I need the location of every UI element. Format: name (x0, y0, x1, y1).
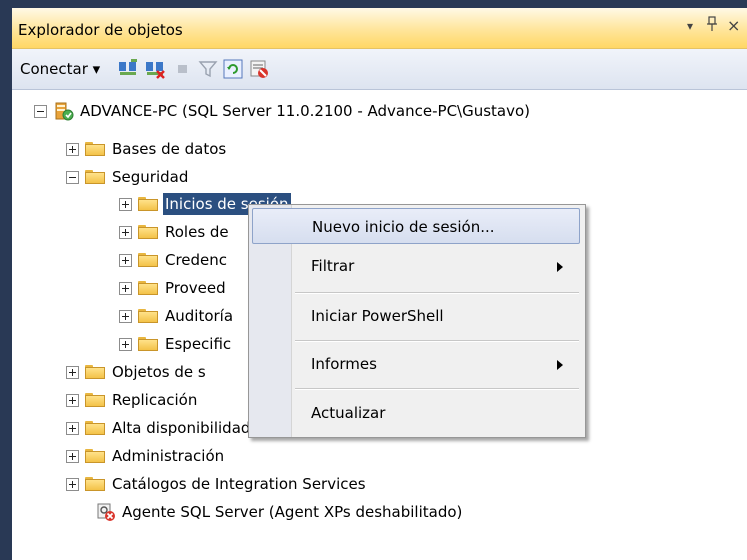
tree-node-label: Seguridad (112, 168, 189, 186)
submenu-arrow-icon (557, 360, 563, 370)
menu-item-label: Filtrar (311, 257, 355, 275)
tree-node-label: Bases de datos (112, 140, 227, 158)
auto-hide-pin-icon[interactable] (706, 16, 718, 36)
context-menu: Nuevo inicio de sesión... Filtrar Inicia… (248, 204, 586, 438)
menu-item-new-login[interactable]: Nuevo inicio de sesión... (252, 208, 580, 244)
tree-node-label: ADVANCE-PC (SQL Server 11.0.2100 - Advan… (80, 102, 531, 120)
folder-icon (138, 281, 158, 295)
folder-icon (138, 309, 158, 323)
collapse-icon[interactable] (66, 171, 79, 184)
tree-node-label: Credenc (165, 251, 228, 269)
folder-icon (138, 253, 158, 267)
collapse-icon[interactable] (34, 105, 47, 118)
activity-monitor-icon[interactable] (248, 58, 270, 80)
filter-icon[interactable] (197, 58, 219, 80)
expand-icon[interactable] (66, 422, 79, 435)
expand-icon[interactable] (66, 478, 79, 491)
folder-icon (85, 393, 105, 407)
window-position-dropdown-icon[interactable]: ▾ (687, 19, 693, 33)
expand-icon[interactable] (119, 198, 132, 211)
folder-icon (85, 477, 105, 491)
agent-disabled-icon (96, 502, 116, 528)
expand-icon[interactable] (119, 254, 132, 267)
refresh-icon[interactable] (222, 58, 244, 80)
tree-node-label: Replicación (112, 391, 198, 409)
expand-icon[interactable] (66, 394, 79, 407)
folder-icon (85, 365, 105, 379)
server-icon (54, 101, 74, 127)
folder-icon (138, 337, 158, 351)
tree-node-label: Proveed (165, 279, 226, 297)
expand-icon[interactable] (119, 310, 132, 323)
submenu-arrow-icon (557, 262, 563, 272)
object-explorer-toolbar: Conectar ▾ (12, 49, 747, 90)
disconnect-icon[interactable] (144, 58, 166, 80)
menu-item-refresh[interactable]: Actualizar (252, 395, 580, 431)
tree-node-label: Auditoría (165, 307, 234, 325)
tree-node-label: Administración (112, 447, 225, 465)
tree-node-security[interactable]: Seguridad (12, 166, 747, 188)
connect-dropdown-button[interactable]: Conectar ▾ (20, 60, 100, 78)
expand-icon[interactable] (119, 338, 132, 351)
menu-item-start-powershell[interactable]: Iniciar PowerShell (252, 298, 580, 334)
object-explorer-panel: Explorador de objetos ▾ × Conectar ▾ ADV… (12, 8, 747, 560)
folder-icon (138, 197, 158, 211)
menu-item-label: Actualizar (311, 404, 386, 422)
tree-node-label: Objetos de s (112, 363, 206, 381)
panel-title-bar: Explorador de objetos ▾ × (12, 8, 747, 49)
folder-icon (138, 225, 158, 239)
connect-object-explorer-icon[interactable] (117, 58, 139, 80)
expand-icon[interactable] (119, 282, 132, 295)
folder-icon (85, 421, 105, 435)
menu-item-label: Informes (311, 355, 377, 373)
menu-separator (295, 340, 579, 342)
menu-separator (295, 292, 579, 294)
folder-icon (85, 449, 105, 463)
menu-item-reports[interactable]: Informes (252, 346, 580, 382)
tree-node-databases[interactable]: Bases de datos (12, 138, 747, 160)
close-icon[interactable]: × (727, 16, 740, 35)
folder-icon (85, 170, 105, 184)
panel-title: Explorador de objetos (18, 21, 183, 39)
tree-node-label: Agente SQL Server (Agent XPs deshabilita… (122, 503, 463, 521)
tree-node-management[interactable]: Administración (12, 445, 747, 467)
folder-icon (85, 142, 105, 156)
expand-icon[interactable] (66, 143, 79, 156)
menu-item-filter[interactable]: Filtrar (252, 248, 580, 284)
menu-item-label: Iniciar PowerShell (311, 307, 444, 325)
tree-node-label: Catálogos de Integration Services (112, 475, 366, 493)
tree-node-server[interactable]: ADVANCE-PC (SQL Server 11.0.2100 - Advan… (12, 100, 747, 122)
expand-icon[interactable] (66, 366, 79, 379)
tree-node-integration-services[interactable]: Catálogos de Integration Services (12, 473, 747, 495)
tree-node-sql-agent[interactable]: Agente SQL Server (Agent XPs deshabilita… (12, 501, 747, 523)
menu-item-label: Nuevo inicio de sesión... (312, 218, 495, 236)
tree-node-label: Roles de (165, 223, 229, 241)
stop-icon[interactable] (172, 58, 194, 80)
expand-icon[interactable] (119, 226, 132, 239)
expand-icon[interactable] (66, 450, 79, 463)
menu-separator (295, 388, 579, 390)
tree-node-label: Especific (165, 335, 232, 353)
